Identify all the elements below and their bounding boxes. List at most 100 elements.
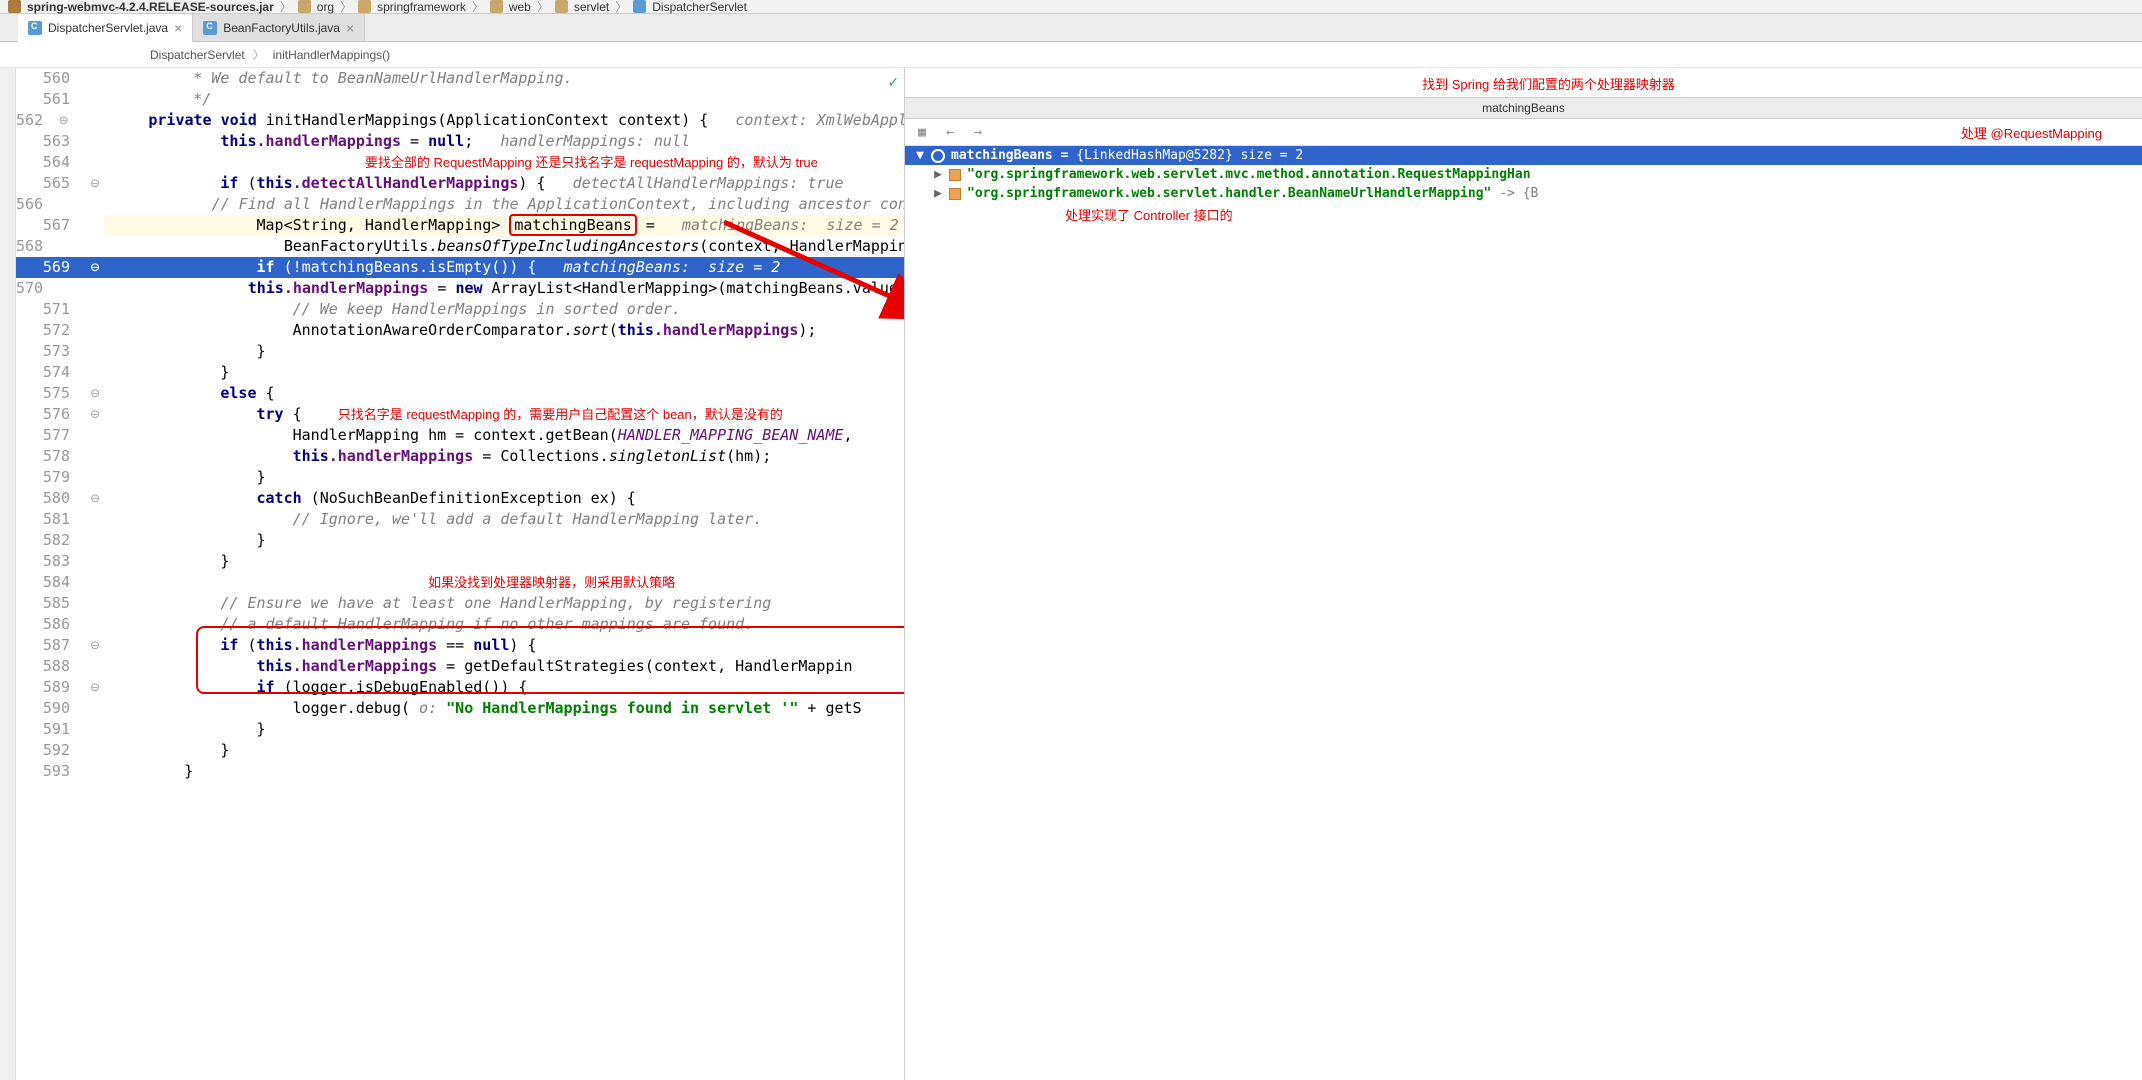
line-number: 577 (16, 425, 86, 446)
bc-jar[interactable]: spring-webmvc-4.2.4.RELEASE-sources.jar (27, 0, 274, 14)
folder-icon (358, 0, 371, 13)
bc-p2[interactable]: springframework (377, 0, 466, 14)
code-text: this.handlerMappings = new ArrayList<Han… (59, 278, 904, 299)
folder-icon (555, 0, 568, 13)
line-number: 571 (16, 299, 86, 320)
project-breadcrumb: spring-webmvc-4.2.4.RELEASE-sources.jar … (0, 0, 2142, 14)
code-text: HandlerMapping hm = context.getBean(HAND… (104, 425, 904, 446)
line-number: 568 (16, 236, 59, 257)
debug-panel: 找到 Spring 给我们配置的两个处理器映射器 matchingBeans ▦… (904, 68, 2142, 1080)
entry-icon (949, 188, 961, 200)
bc-method[interactable]: initHandlerMappings() (273, 48, 390, 62)
tab-label: BeanFactoryUtils.java (223, 21, 340, 35)
bc-class[interactable]: DispatcherServlet (150, 48, 245, 62)
code-text: } (104, 551, 904, 572)
code-text: catch (NoSuchBeanDefinitionException ex)… (104, 488, 904, 509)
line-number: 583 (16, 551, 86, 572)
code-text: BeanFactoryUtils.beansOfTypeIncludingAnc… (59, 236, 904, 257)
left-gutter (0, 68, 16, 1080)
tree-row[interactable]: ▼ matchingBeans = {LinkedHashMap@5282} s… (905, 146, 2142, 165)
line-number: 592 (16, 740, 86, 761)
variables-tree[interactable]: ▼ matchingBeans = {LinkedHashMap@5282} s… (905, 146, 2142, 1080)
tab-beanfactory[interactable]: BeanFactoryUtils.java × (193, 14, 365, 41)
tab-dispatcher[interactable]: DispatcherServlet.java × (18, 14, 193, 42)
line-number: 575 (16, 383, 86, 404)
chevron-right-icon[interactable]: ▶ (933, 186, 943, 201)
code-editor[interactable]: ✓ 560 * We default to BeanNameUrlHandler… (16, 68, 904, 1080)
annotation-text: 处理实现了 Controller 接口的 (905, 203, 2142, 226)
debug-title: matchingBeans (905, 97, 2142, 119)
line-number: 574 (16, 362, 86, 383)
bc-p1[interactable]: org (317, 0, 334, 14)
code-text: this.handlerMappings = Collections.singl… (104, 446, 904, 467)
line-number: 569 (16, 257, 86, 278)
chevron-down-icon[interactable]: ▼ (915, 148, 925, 163)
line-number: 581 (16, 509, 86, 530)
code-text: } (104, 467, 904, 488)
line-number: 563 (16, 131, 86, 152)
chevron-right-icon[interactable]: ▶ (933, 167, 943, 182)
line-number: 560 (16, 68, 86, 89)
close-icon[interactable]: × (174, 20, 182, 36)
line-number: 589 (16, 677, 86, 698)
annotation-text: 如果没找到处理器映射器，则采用默认策略 (104, 572, 904, 593)
line-number: 582 (16, 530, 86, 551)
code-text: if (!matchingBeans.isEmpty()) { matching… (104, 257, 904, 278)
tree-row[interactable]: ▶ "org.springframework.web.servlet.handl… (905, 184, 2142, 203)
code-text: } (104, 362, 904, 383)
line-number: 567 (16, 215, 86, 236)
line-number: 579 (16, 467, 86, 488)
code-text: if (this.handlerMappings == null) { (104, 635, 904, 656)
code-text: try { 只找名字是 requestMapping 的，需要用户自己配置这个 … (104, 404, 904, 425)
bc-p3[interactable]: web (509, 0, 531, 14)
back-icon[interactable]: ← (941, 123, 959, 141)
line-number: 584 (16, 572, 86, 593)
tree-value: "org.springframework.web.servlet.mvc.met… (967, 167, 1531, 182)
code-text: this.handlerMappings = null; handlerMapp… (104, 131, 904, 152)
line-number: 578 (16, 446, 86, 467)
method-breadcrumb: DispatcherServlet 〉 initHandlerMappings(… (0, 42, 2142, 68)
line-number: 561 (16, 89, 86, 110)
jar-icon (8, 0, 21, 13)
line-number: 593 (16, 761, 86, 782)
bc-cls[interactable]: DispatcherServlet (652, 0, 747, 14)
bc-p4[interactable]: servlet (574, 0, 609, 14)
highlight-box: matchingBeans (509, 214, 636, 236)
code-text: } (104, 341, 904, 362)
line-number: 566 (16, 194, 59, 215)
line-number: 564 (16, 152, 86, 173)
debug-toolbar: ▦ ← → 处理 @RequestMapping (905, 119, 2142, 146)
line-number: 573 (16, 341, 86, 362)
code-text: if (logger.isDebugEnabled()) { (104, 677, 904, 698)
annotation-text: 找到 Spring 给我们配置的两个处理器映射器 (905, 68, 2142, 97)
code-text: this.handlerMappings = getDefaultStrateg… (104, 656, 904, 677)
code-text: } (104, 719, 904, 740)
code-text: } (104, 530, 904, 551)
code-text: */ (104, 89, 904, 110)
annotation-text: 要找全部的 RequestMapping 还是只找名字是 requestMapp… (104, 152, 904, 173)
object-icon (931, 149, 945, 163)
line-number: 586 (16, 614, 86, 635)
code-text: logger.debug( o: "No HandlerMappings fou… (104, 698, 904, 719)
code-text: // a default HandlerMapping if no other … (104, 614, 904, 635)
folder-icon (298, 0, 311, 13)
code-text: private void initHandlerMappings(Applica… (68, 110, 904, 131)
forward-icon[interactable]: → (969, 123, 987, 141)
tree-row[interactable]: ▶ "org.springframework.web.servlet.mvc.m… (905, 165, 2142, 184)
tab-label: DispatcherServlet.java (48, 21, 168, 35)
line-number: 590 (16, 698, 86, 719)
code-text: if (this.detectAllHandlerMappings) { det… (104, 173, 904, 194)
code-text: // We keep HandlerMappings in sorted ord… (104, 299, 904, 320)
code-text: } (104, 761, 904, 782)
folder-icon (490, 0, 503, 13)
class-icon (633, 0, 646, 13)
frames-icon[interactable]: ▦ (913, 123, 931, 141)
line-number: 587 (16, 635, 86, 656)
entry-icon (949, 169, 961, 181)
code-text: // Ensure we have at least one HandlerMa… (104, 593, 904, 614)
line-number: 591 (16, 719, 86, 740)
code-text: * We default to BeanNameUrlHandlerMappin… (104, 68, 904, 89)
line-number: 576 (16, 404, 86, 425)
close-icon[interactable]: × (346, 20, 354, 36)
code-text: Map<String, HandlerMapping> matchingBean… (104, 215, 904, 236)
